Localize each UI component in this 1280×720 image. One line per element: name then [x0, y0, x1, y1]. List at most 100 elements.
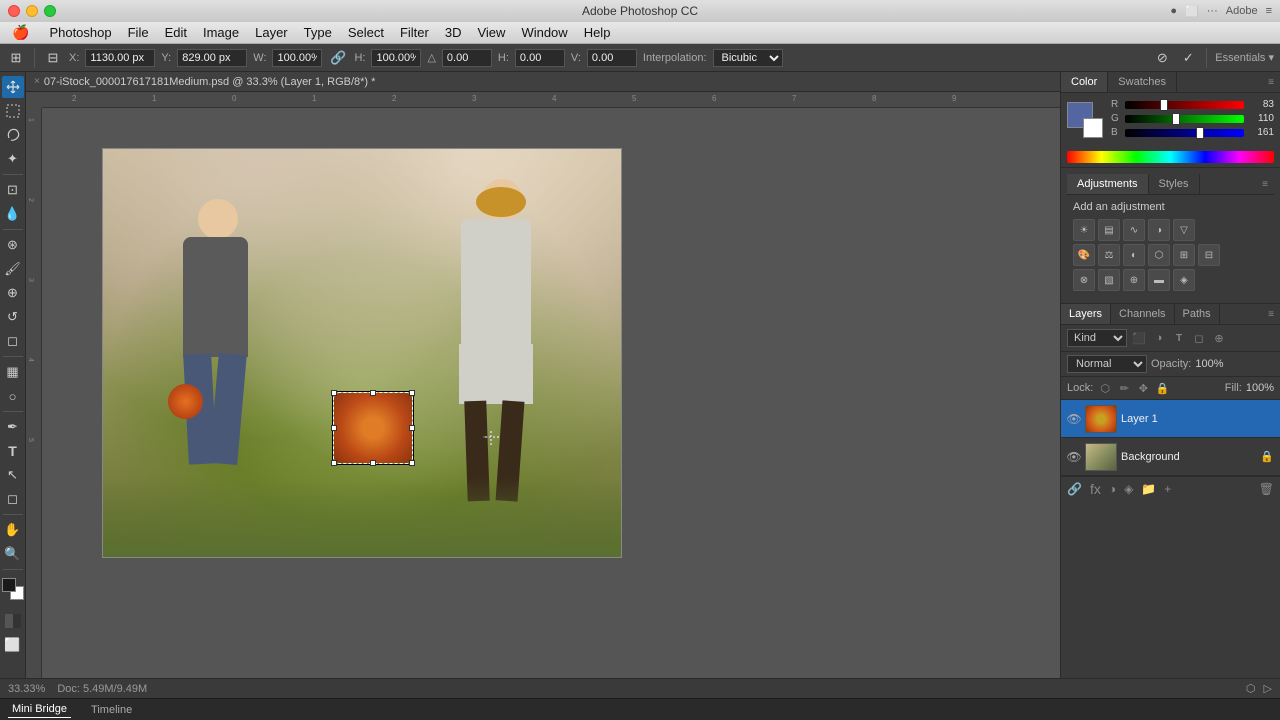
b-slider-track[interactable]	[1125, 129, 1244, 137]
tab-layers[interactable]: Layers	[1061, 304, 1111, 324]
gradient-tool[interactable]: ▦	[2, 361, 24, 383]
lasso-tool[interactable]	[2, 124, 24, 146]
handle-br[interactable]	[409, 460, 415, 466]
new-adjustment-icon[interactable]: ◈	[1124, 482, 1133, 496]
type-tool[interactable]: T	[2, 440, 24, 462]
move-tool[interactable]	[2, 76, 24, 98]
layer-bg-visibility[interactable]: 👁	[1067, 450, 1081, 464]
invert-adj[interactable]: ⊗	[1073, 269, 1095, 291]
lock-position-icon[interactable]: ✥	[1135, 380, 1151, 396]
filter-smart-icon[interactable]: ⊕	[1211, 330, 1227, 346]
history-brush[interactable]: ↺	[2, 306, 24, 328]
photo-filter-adj[interactable]: ⬡	[1148, 244, 1170, 266]
tab-timeline[interactable]: Timeline	[87, 702, 136, 718]
handle-mr[interactable]	[409, 425, 415, 431]
handle-tm[interactable]	[370, 390, 376, 396]
exposure-adj[interactable]: ◑	[1148, 219, 1170, 241]
layers-options-icon[interactable]: ≡	[1262, 305, 1280, 324]
v-input[interactable]	[587, 49, 637, 67]
tab-adjustments[interactable]: Adjustments	[1067, 174, 1149, 194]
x-input[interactable]	[85, 49, 155, 67]
apple-menu[interactable]: 🍎	[4, 22, 37, 43]
menu-view[interactable]: View	[469, 23, 513, 42]
channelmix-adj[interactable]: ⊞	[1173, 244, 1195, 266]
wand-tool[interactable]: ✦	[2, 148, 24, 170]
dodge-tool[interactable]: ○	[2, 385, 24, 407]
threshold-adj[interactable]: ⊕	[1123, 269, 1145, 291]
essentials-label[interactable]: Essentials ▾	[1215, 51, 1274, 64]
menu-photoshop[interactable]: Photoshop	[41, 23, 119, 42]
close-button[interactable]	[8, 5, 20, 17]
layer-1-visibility[interactable]: 👁	[1067, 412, 1081, 426]
curves-adj[interactable]: ∿	[1123, 219, 1145, 241]
status-icon-2[interactable]: ▷	[1264, 682, 1272, 695]
menu-3d[interactable]: 3D	[437, 23, 470, 42]
h2-input[interactable]	[515, 49, 565, 67]
filter-pixel-icon[interactable]: ⬛	[1131, 330, 1147, 346]
filter-type-icon[interactable]: T	[1171, 330, 1187, 346]
pen-tool[interactable]: ✒	[2, 416, 24, 438]
hue-adj[interactable]: 🎨	[1073, 244, 1095, 266]
commit-transform-icon[interactable]: ✓	[1178, 48, 1198, 68]
fill-value[interactable]: 100%	[1246, 382, 1274, 394]
delete-layer-icon[interactable]: 🗑	[1259, 482, 1274, 496]
blend-mode-select[interactable]: Normal Multiply Screen	[1067, 355, 1147, 373]
status-icon-1[interactable]: ⬡	[1246, 682, 1256, 695]
menu-image[interactable]: Image	[195, 23, 247, 42]
adj-options-icon[interactable]: ≡	[1256, 175, 1274, 194]
menu-select[interactable]: Select	[340, 23, 392, 42]
add-style-icon[interactable]: fx	[1090, 481, 1101, 497]
color-spectrum[interactable]	[1067, 151, 1274, 163]
menu-layer[interactable]: Layer	[247, 23, 296, 42]
lock-pixels-icon[interactable]: ✏	[1116, 380, 1132, 396]
handle-ml[interactable]	[331, 425, 337, 431]
handle-bm[interactable]	[370, 460, 376, 466]
tab-channels[interactable]: Channels	[1111, 304, 1174, 324]
screen-mode-btn[interactable]: ⬜	[2, 634, 24, 656]
angle-input[interactable]	[442, 49, 492, 67]
filter-shape-icon[interactable]: ◻	[1191, 330, 1207, 346]
spot-heal-tool[interactable]: ⊛	[2, 234, 24, 256]
eraser-tool[interactable]: ◻	[2, 330, 24, 352]
tab-styles[interactable]: Styles	[1149, 174, 1200, 194]
tab-paths[interactable]: Paths	[1175, 304, 1220, 324]
selective-color-adj[interactable]: ◈	[1173, 269, 1195, 291]
opacity-value[interactable]: 100%	[1195, 358, 1231, 370]
cancel-transform-icon[interactable]: ⊘	[1152, 48, 1172, 68]
r-slider-thumb[interactable]	[1160, 99, 1168, 111]
menu-file[interactable]: File	[120, 23, 157, 42]
filter-adj-icon[interactable]: ◑	[1151, 330, 1167, 346]
bw-adj[interactable]: ◐	[1123, 244, 1145, 266]
gradient-map-adj[interactable]: ▬	[1148, 269, 1170, 291]
eyedropper-tool[interactable]: 💧	[2, 203, 24, 225]
layer-row-bg[interactable]: 👁 Background 🔒	[1061, 438, 1280, 476]
crop-tool[interactable]: ⊡	[2, 179, 24, 201]
colorlookup-adj[interactable]: ⊟	[1198, 244, 1220, 266]
lock-all-icon[interactable]: 🔒	[1154, 380, 1170, 396]
quick-mask-btn[interactable]	[2, 610, 24, 632]
link-layers-icon[interactable]: 🔗	[1067, 482, 1082, 496]
w-input[interactable]	[272, 49, 322, 67]
y-input[interactable]	[177, 49, 247, 67]
stamp-tool[interactable]: ⊕	[2, 282, 24, 304]
kind-filter-select[interactable]: Kind	[1067, 329, 1127, 347]
add-mask-icon[interactable]: ◑	[1109, 482, 1116, 496]
posterize-adj[interactable]: ▧	[1098, 269, 1120, 291]
maximize-button[interactable]	[44, 5, 56, 17]
handle-tr[interactable]	[409, 390, 415, 396]
panel-options-icon[interactable]: ≡	[1262, 73, 1280, 92]
vibrance-adj[interactable]: ▽	[1173, 219, 1195, 241]
tab-minibridge[interactable]: Mini Bridge	[8, 701, 71, 718]
canvas-area[interactable]: × 07-iStock_000017617181Medium.psd @ 33.…	[26, 72, 1060, 678]
zoom-tool[interactable]: 🔍	[2, 543, 24, 565]
menu-help[interactable]: Help	[576, 23, 619, 42]
color-swatches[interactable]	[2, 578, 24, 600]
levels-adj[interactable]: ▤	[1098, 219, 1120, 241]
lock-transparent-icon[interactable]: ⬡	[1097, 380, 1113, 396]
link-icon[interactable]: 🔗	[328, 48, 348, 68]
b-slider-thumb[interactable]	[1196, 127, 1204, 139]
g-slider-thumb[interactable]	[1172, 113, 1180, 125]
minimize-button[interactable]	[26, 5, 38, 17]
foreground-color-swatch[interactable]	[2, 578, 16, 592]
h-input[interactable]	[371, 49, 421, 67]
